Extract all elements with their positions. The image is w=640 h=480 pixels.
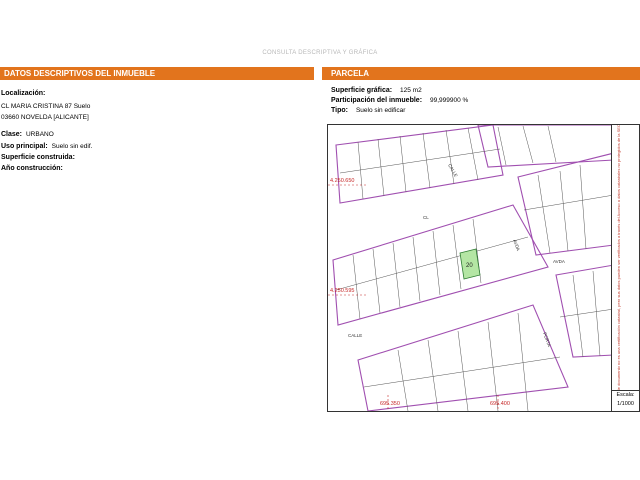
address-line-1: CL MARIA CRISTINA 87 Suelo (1, 103, 91, 110)
clase-value: URBANO (25, 131, 54, 138)
map-scale: Escala: 1/1000 (611, 390, 639, 411)
coordinate-ticks (328, 184, 499, 411)
map-legal-note: Este documento no es una certificación c… (616, 124, 621, 395)
localizacion-label: Localización: (1, 90, 46, 97)
street-label: AVDA (553, 259, 565, 264)
scale-value: 1/1000 (617, 401, 634, 407)
superficie-grafica-row: Superficie gráfica: 125 m2 (331, 86, 468, 96)
participacion-label: Participación del inmueble: (331, 97, 423, 104)
anio-construccion-label: Año construcción: (1, 165, 63, 172)
address-line-2: 03660 NOVELDA [ALICANTE] (1, 114, 89, 121)
superficie-grafica-value: 125 m2 (400, 87, 422, 94)
coord-y-top: 4.250.650 (330, 178, 354, 184)
document-header: CONSULTA DESCRIPTIVA Y GRÁFICA (262, 50, 378, 56)
street-label: AVDA (512, 239, 521, 252)
participacion-value: 99,999900 % (429, 97, 469, 104)
tipo-value: Suelo sin edificar (355, 107, 406, 114)
superficie-grafica-label: Superficie gráfica: (331, 87, 393, 94)
scale-label: Escala: (616, 392, 635, 398)
uso-row: Uso principal: Suelo sin edif. (1, 143, 92, 150)
street-label: CL (423, 215, 429, 220)
section-title-bold: INMUEBLE (113, 69, 156, 78)
uso-label: Uso principal: (1, 143, 48, 150)
section-title-inmueble: DATOS DESCRIPTIVOS DEL INMUEBLE (0, 67, 314, 80)
cadastral-map[interactable]: 20 4.250.650 4.250.595 695.350 695.400 C… (327, 124, 640, 412)
section-title-prefix: DATOS DESCRIPTIVOS DEL (4, 69, 114, 78)
parcel-ref-label: 20 (466, 263, 473, 269)
parcela-details: Superficie gráfica: 125 m2 Participación… (331, 86, 468, 116)
coord-y-mid: 4.250.595 (330, 288, 354, 294)
street-label: CALLE (348, 333, 362, 338)
coord-x-right: 695.400 (490, 401, 510, 407)
participacion-row: Participación del inmueble: 99,999900 % (331, 96, 468, 106)
coord-x-left: 695.350 (380, 401, 400, 407)
clase-row: Clase: URBANO (1, 131, 54, 138)
map-canvas[interactable]: 20 4.250.650 4.250.595 695.350 695.400 C… (328, 125, 614, 411)
street-label: PORTA (542, 332, 552, 348)
clase-label: Clase: (1, 131, 23, 138)
tipo-row: Tipo: Suelo sin edificar (331, 106, 468, 116)
map-side-strip: Este documento no es una certificación c… (611, 125, 639, 411)
uso-value: Suelo sin edif. (51, 143, 93, 150)
section-title-parcela: PARCELA (322, 67, 640, 80)
tipo-label: Tipo: (331, 107, 348, 114)
superficie-construida-label: Superficie construida: (1, 154, 75, 161)
